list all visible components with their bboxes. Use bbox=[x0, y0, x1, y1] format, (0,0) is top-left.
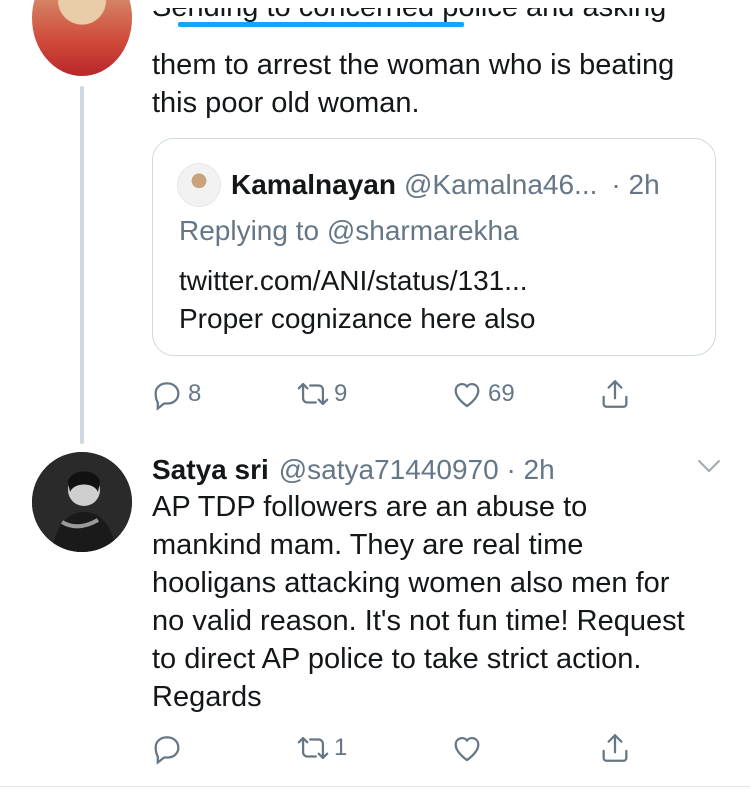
tweet-text-line: mankind mam. They are real time bbox=[152, 529, 584, 561]
tweet-link[interactable]: twitter.com/ANI/status/131... bbox=[179, 265, 528, 297]
tweet-text-line: no valid reason. It's not fun time! Requ… bbox=[152, 605, 685, 637]
tweet-header: Satya sri @satya71440970 · 2h bbox=[152, 450, 555, 490]
like-icon bbox=[454, 737, 480, 762]
like-button[interactable] bbox=[450, 728, 484, 768]
tweet-text-line: hooligans attacking women also men for bbox=[152, 567, 670, 599]
quoted-tweet-header: Kamalnayan @Kamalna46... · 2h bbox=[177, 163, 660, 207]
share-icon bbox=[602, 734, 628, 762]
tweet-text-line: Regards bbox=[152, 681, 262, 713]
avatar[interactable] bbox=[32, 0, 132, 76]
retweet-icon bbox=[297, 382, 329, 406]
tweet-text-line: them to arrest the woman who is beating bbox=[152, 49, 675, 81]
avatar[interactable] bbox=[32, 452, 132, 552]
user-handle: @Kamalna46... bbox=[403, 169, 598, 200]
reply-icon bbox=[154, 382, 180, 411]
share-button[interactable] bbox=[598, 728, 632, 768]
retweet-count: 1 bbox=[334, 734, 348, 761]
tweet-actions: 1 bbox=[150, 728, 650, 768]
like-count: 69 bbox=[488, 380, 515, 407]
reply-icon bbox=[154, 736, 180, 765]
user-name[interactable]: Satya sri bbox=[152, 454, 269, 486]
retweet-count: 9 bbox=[334, 380, 348, 407]
quoted-tweet-text: Proper cognizance here also bbox=[179, 303, 536, 334]
tweet-actions: 8 9 69 bbox=[150, 374, 650, 414]
user-name: Kamalnayan bbox=[231, 169, 396, 200]
tweet-text-line: to direct AP police to take strict actio… bbox=[152, 643, 642, 675]
reply-button[interactable]: 8 bbox=[150, 374, 201, 414]
like-icon bbox=[454, 383, 480, 408]
share-icon bbox=[602, 380, 628, 408]
tweet-text: them to arrest the woman who is beating … bbox=[152, 46, 732, 122]
retweet-button[interactable]: 1 bbox=[296, 728, 347, 768]
avatar bbox=[177, 163, 221, 207]
reply-button[interactable] bbox=[150, 728, 184, 768]
tweet-text-line: this poor old woman. bbox=[152, 87, 420, 119]
reply-count: 8 bbox=[188, 380, 202, 407]
user-handle-timestamp: @satya71440970 · 2h bbox=[278, 454, 555, 485]
retweet-button[interactable]: 9 bbox=[296, 374, 347, 414]
replying-to: Replying to @sharmarekha bbox=[179, 215, 519, 246]
tweet-text-cut-line: Sending to concerned police and asking bbox=[152, 8, 712, 34]
quoted-tweet-card[interactable]: Kamalnayan @Kamalna46... · 2h Replying t… bbox=[152, 138, 716, 356]
divider bbox=[0, 786, 750, 787]
like-button[interactable]: 69 bbox=[450, 374, 515, 414]
avatar-photo bbox=[32, 452, 132, 552]
timestamp: · 2h bbox=[611, 169, 660, 200]
share-button[interactable] bbox=[598, 374, 632, 414]
tweet-thread: Sending to concerned police and asking t… bbox=[0, 0, 750, 794]
retweet-icon bbox=[297, 736, 329, 760]
chevron-down-icon[interactable] bbox=[694, 456, 724, 476]
tweet-text: AP TDP followers are an abuse to mankind… bbox=[152, 488, 732, 716]
tweet-text-line: AP TDP followers are an abuse to bbox=[152, 491, 588, 523]
thread-connector-line bbox=[80, 86, 84, 444]
